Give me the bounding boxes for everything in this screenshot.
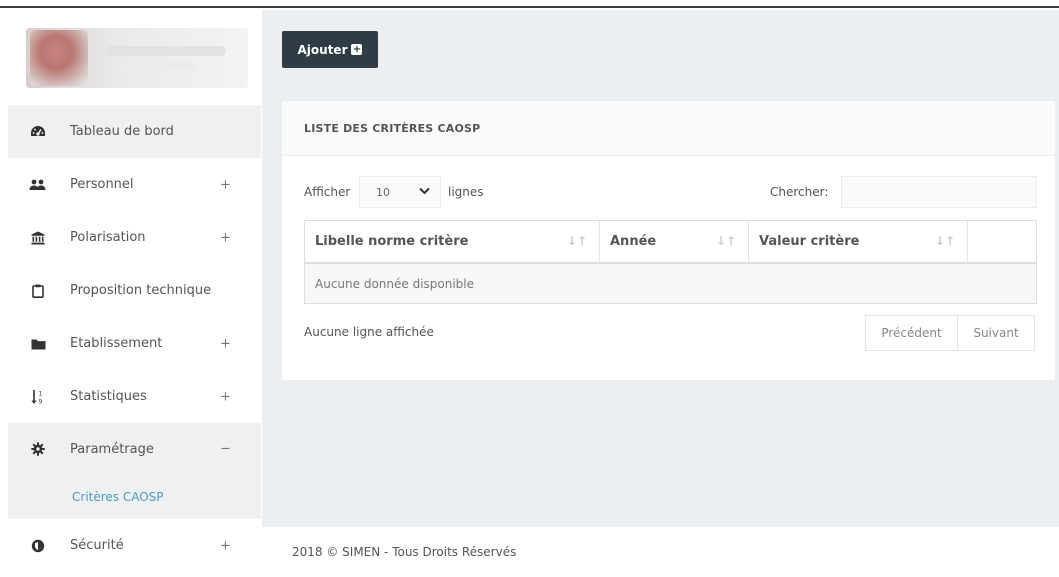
main-content: Ajouter + LISTE DES CRITÈRES CAOSP Affic… <box>262 10 1059 527</box>
user-name-blurred <box>106 46 226 56</box>
column-header-annee[interactable]: Année ↓↑ <box>600 221 749 262</box>
sort-icon: ↓↑ <box>566 234 587 248</box>
bank-icon <box>28 228 48 248</box>
table-header: Libelle norme critère ↓↑ Année ↓↑ Valeur… <box>305 221 1036 264</box>
table-controls: Afficher 10 lignes Chercher: <box>304 176 1037 210</box>
avatar[interactable] <box>30 30 88 86</box>
column-header-libelle[interactable]: Libelle norme critère ↓↑ <box>305 221 600 262</box>
pagination: Précédent Suivant <box>865 315 1035 351</box>
collapse-icon[interactable]: − <box>220 442 231 457</box>
expand-icon[interactable]: + <box>220 538 231 553</box>
add-button[interactable]: Ajouter + <box>282 31 378 68</box>
gear-icon <box>28 439 48 459</box>
sidebar-item-label: Sécurité <box>70 538 124 553</box>
table-body: Aucune donnée disponible <box>305 264 1036 303</box>
sidebar-item-statistiques[interactable]: 19 Statistiques + <box>8 370 261 423</box>
sidebar-item-label: Polarisation <box>70 230 146 245</box>
shield-icon <box>28 536 48 556</box>
panel-title: LISTE DES CRITÈRES CAOSP <box>282 101 1055 156</box>
sidebar-item-label: Tableau de bord <box>70 124 174 139</box>
previous-button[interactable]: Précédent <box>865 315 958 351</box>
chevron-down-icon <box>419 185 430 198</box>
footer: 2018 © SIMEN - Tous Droits Réservés <box>262 527 1059 577</box>
lines-label: lignes <box>448 185 484 199</box>
table-info: Aucune ligne affichée <box>304 325 434 339</box>
add-button-label: Ajouter <box>297 42 348 57</box>
expand-icon[interactable]: + <box>220 230 231 245</box>
svg-text:1: 1 <box>39 390 43 397</box>
user-role-blurred <box>116 62 196 70</box>
empty-row: Aucune donnée disponible <box>305 264 1036 303</box>
top-border <box>0 0 1059 8</box>
sidebar-item-parametrage[interactable]: Paramétrage − <box>8 423 261 475</box>
search-label: Chercher: <box>770 185 829 199</box>
sidebar-menu: Tableau de bord Personnel + Polarisation… <box>8 105 261 572</box>
sidebar-item-label: Paramétrage <box>70 441 154 457</box>
sidebar-item-polarisation[interactable]: Polarisation + <box>8 211 261 264</box>
copyright-text: 2018 © SIMEN - Tous Droits Réservés <box>292 545 517 559</box>
column-header-label: Valeur critère <box>759 234 860 249</box>
criteria-table: Libelle norme critère ↓↑ Année ↓↑ Valeur… <box>304 220 1037 304</box>
sort-numeric-icon: 19 <box>28 387 48 407</box>
sort-icon: ↓↑ <box>934 234 955 248</box>
page-size-select[interactable]: 10 <box>359 176 441 208</box>
sidebar-item-etablissement[interactable]: Etablissement + <box>8 317 261 370</box>
sidebar: Tableau de bord Personnel + Polarisation… <box>8 10 261 577</box>
next-button[interactable]: Suivant <box>958 315 1035 351</box>
column-header-valeur[interactable]: Valeur critère ↓↑ <box>749 221 968 262</box>
sidebar-item-label: Etablissement <box>70 336 163 351</box>
clipboard-icon <box>28 281 48 301</box>
sidebar-item-label: Statistiques <box>70 389 147 404</box>
search-input[interactable] <box>841 176 1037 208</box>
users-icon <box>28 175 48 195</box>
dashboard-icon <box>28 122 48 142</box>
criteria-panel: LISTE DES CRITÈRES CAOSP Afficher 10 lig… <box>282 101 1055 380</box>
sidebar-item-personnel[interactable]: Personnel + <box>8 158 261 211</box>
folder-icon <box>28 334 48 354</box>
expand-icon[interactable]: + <box>220 336 231 351</box>
expand-icon[interactable]: + <box>220 389 231 404</box>
show-label: Afficher <box>304 185 351 199</box>
column-header-label: Année <box>610 234 657 249</box>
sidebar-item-label: Personnel <box>70 177 134 192</box>
sidebar-item-label: Proposition technique <box>70 283 212 298</box>
column-header-label: Libelle norme critère <box>315 234 469 249</box>
sidebar-item-tableau-de-bord[interactable]: Tableau de bord <box>8 105 261 158</box>
page-size-value: 10 <box>376 185 390 199</box>
sidebar-item-proposition-technique[interactable]: Proposition technique <box>8 264 261 317</box>
user-profile[interactable] <box>26 28 248 88</box>
sidebar-item-securite[interactable]: Sécurité + <box>8 519 261 572</box>
column-header-actions <box>968 221 1036 262</box>
sidebar-subitem-criteres-caosp[interactable]: Critères CAOSP <box>8 475 261 519</box>
plus-square-icon: + <box>351 44 363 55</box>
sort-icon: ↓↑ <box>715 234 736 248</box>
expand-icon[interactable]: + <box>220 177 231 192</box>
svg-text:9: 9 <box>39 398 43 405</box>
